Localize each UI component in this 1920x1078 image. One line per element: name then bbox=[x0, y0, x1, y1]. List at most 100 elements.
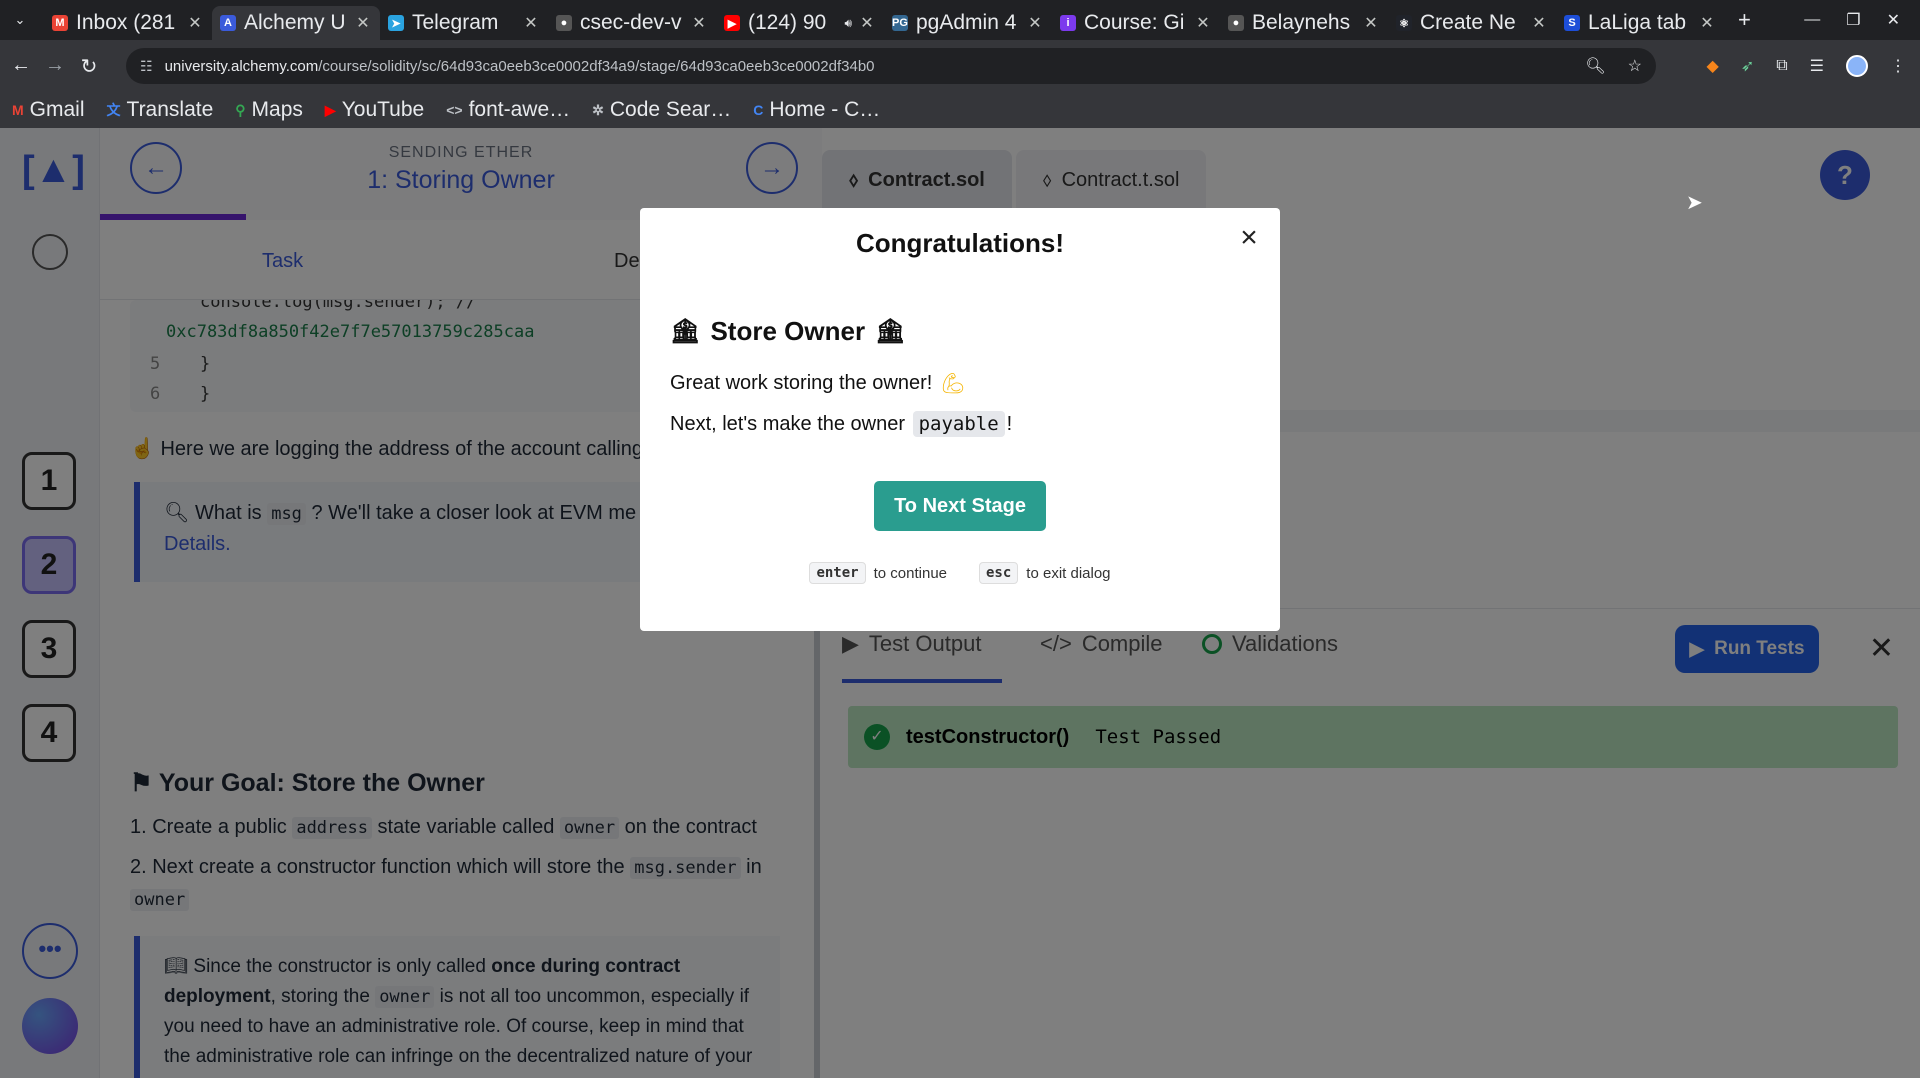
profile-avatar-icon[interactable] bbox=[1846, 55, 1868, 77]
course-icon: i bbox=[1060, 15, 1076, 31]
dialog-message-1: Great work storing the owner! 💪︎ bbox=[670, 371, 966, 396]
bookmark-label: YouTube bbox=[341, 98, 425, 121]
tab-title: Course: Gi bbox=[1084, 11, 1185, 34]
enter-key: enter bbox=[809, 562, 866, 584]
back-icon[interactable]: ← bbox=[4, 54, 38, 79]
github-icon: ● bbox=[556, 15, 572, 31]
gmail-icon: M bbox=[12, 102, 24, 118]
reload-icon[interactable]: ↻ bbox=[72, 54, 106, 79]
hint-text: to exit dialog bbox=[1026, 564, 1111, 582]
bank-icon: 🏦︎ bbox=[875, 318, 906, 345]
tab-bar: ⌄ M Inbox (281 ✕ A Alchemy U ✕ ➤ Telegram ✕ ● csec… bbox=[0, 0, 1920, 40]
forward-icon[interactable]: → bbox=[38, 54, 72, 79]
tab-search-icon[interactable]: ⌄ bbox=[6, 6, 34, 34]
bookmark-label: Code Sear… bbox=[609, 98, 732, 121]
telegram-icon: ➤ bbox=[388, 15, 404, 31]
url-input[interactable]: ☷ university.alchemy.com/course/solidity… bbox=[126, 48, 1656, 84]
keyboard-hints: enter to continue esc to exit dialog bbox=[640, 562, 1280, 584]
audio-playing-icon[interactable]: 🔊︎ bbox=[844, 16, 852, 31]
close-tab-icon[interactable]: ✕ bbox=[1530, 13, 1548, 33]
browser-tab[interactable]: S LaLiga tab ✕ bbox=[1556, 6, 1724, 40]
tab-title: Belaynehs bbox=[1252, 11, 1351, 34]
bookmark-label: Home - C… bbox=[769, 98, 881, 121]
browser-tab[interactable]: ➤ Telegram ✕ bbox=[380, 6, 548, 40]
close-dialog-icon[interactable]: × bbox=[1234, 223, 1264, 254]
bookmark-item[interactable]: C Home - C… bbox=[753, 98, 880, 122]
laliga-icon: S bbox=[1564, 15, 1580, 31]
browser-tab[interactable]: ● csec-dev-v ✕ bbox=[548, 6, 716, 40]
minimize-icon[interactable]: — bbox=[1804, 11, 1820, 29]
youtube-icon: ▶ bbox=[724, 15, 740, 31]
close-tab-icon[interactable]: ✕ bbox=[858, 13, 876, 33]
browser-tab[interactable]: M Inbox (281 ✕ bbox=[44, 6, 212, 40]
bookmark-item[interactable]: <> font-awe… bbox=[446, 98, 570, 122]
bookmark-item[interactable]: 文 Translate bbox=[107, 98, 214, 122]
browser-tab[interactable]: PG pgAdmin 4 ✕ bbox=[884, 6, 1052, 40]
close-tab-icon[interactable]: ✕ bbox=[354, 13, 372, 33]
site-settings-icon[interactable]: ☷ bbox=[140, 58, 153, 75]
translate-icon: 文 bbox=[106, 102, 121, 118]
tab-title: Create Ne bbox=[1420, 11, 1516, 34]
bookmark-label: font-awe… bbox=[468, 98, 571, 121]
browser-tab[interactable]: ⚛ Create Ne ✕ bbox=[1388, 6, 1556, 40]
bookmark-label: Gmail bbox=[29, 98, 85, 121]
new-tab-button[interactable]: + bbox=[1738, 7, 1751, 33]
extensions-puzzle-icon[interactable]: ⧉ bbox=[1776, 57, 1787, 75]
flexed-biceps-icon: 💪︎ bbox=[940, 373, 966, 395]
dialog-title: Congratulations! bbox=[856, 228, 1064, 258]
bookmark-item[interactable]: ⚲ Maps bbox=[235, 98, 303, 122]
github-icon: ● bbox=[1228, 15, 1244, 31]
restore-icon[interactable]: ❐ bbox=[1846, 10, 1860, 30]
bookmark-label: Translate bbox=[126, 98, 214, 121]
tab-title: LaLiga tab bbox=[1588, 11, 1687, 34]
close-tab-icon[interactable]: ✕ bbox=[1362, 13, 1380, 33]
tab-title: csec-dev-v bbox=[580, 11, 682, 34]
mouse-pointer-icon: ➤ bbox=[1686, 192, 1703, 214]
bookmark-label: Maps bbox=[251, 98, 303, 121]
close-window-icon[interactable]: ✕ bbox=[1887, 10, 1900, 30]
bookmark-item[interactable]: ▶ YouTube bbox=[325, 98, 424, 122]
media-queue-icon[interactable]: ☰ bbox=[1810, 56, 1824, 76]
tab-title: Inbox (281 bbox=[76, 11, 176, 34]
close-tab-icon[interactable]: ✕ bbox=[522, 13, 540, 33]
close-tab-icon[interactable]: ✕ bbox=[690, 13, 708, 33]
close-tab-icon[interactable]: ✕ bbox=[186, 13, 204, 33]
bookmark-item[interactable]: M Gmail bbox=[12, 98, 85, 122]
close-tab-icon[interactable]: ✕ bbox=[1194, 13, 1212, 33]
message-text: ! bbox=[1006, 412, 1013, 435]
youtube-icon: ▶ bbox=[324, 101, 336, 118]
tab-title: Telegram bbox=[412, 11, 499, 34]
home-c-icon: C bbox=[753, 102, 764, 118]
metamask-icon[interactable]: ◆ bbox=[1707, 56, 1719, 76]
hint-text: to continue bbox=[873, 564, 947, 582]
hint-esc: esc to exit dialog bbox=[979, 562, 1111, 584]
to-next-stage-button[interactable]: To Next Stage bbox=[874, 481, 1046, 531]
menu-kebab-icon[interactable]: ⋮ bbox=[1890, 56, 1906, 76]
code-icon: <> bbox=[446, 102, 463, 118]
gmail-icon: M bbox=[52, 15, 68, 31]
tab-title: Alchemy U bbox=[244, 11, 346, 34]
congratulations-dialog: Congratulations! × 🏦︎ Store Owner 🏦︎ Gre… bbox=[640, 208, 1280, 631]
close-tab-icon[interactable]: ✕ bbox=[1698, 13, 1716, 33]
esc-key: esc bbox=[979, 562, 1019, 584]
tab-strip: M Inbox (281 ✕ A Alchemy U ✕ ➤ Telegram ✕ ● csec-d… bbox=[40, 0, 1724, 40]
tab-title: pgAdmin 4 bbox=[916, 11, 1017, 34]
achievement-title: Store Owner bbox=[710, 316, 866, 346]
address-bar-row: ← → ↻ ☷ university.alchemy.com/course/so… bbox=[0, 40, 1920, 92]
browser-tab[interactable]: ● Belaynehs ✕ bbox=[1220, 6, 1388, 40]
extension-leaf-icon[interactable]: ➶ bbox=[1741, 56, 1754, 76]
pgadmin-icon: PG bbox=[892, 15, 908, 31]
zoom-icon[interactable]: 🔍︎ bbox=[1585, 56, 1605, 76]
url-path: /course/solidity/sc/64d93ca0eeb3ce0002df… bbox=[318, 57, 875, 75]
bookmark-item[interactable]: ✲ Code Sear… bbox=[592, 98, 731, 122]
browser-tab[interactable]: i Course: Gi ✕ bbox=[1052, 6, 1220, 40]
bookmark-star-icon[interactable]: ☆ bbox=[1628, 56, 1642, 76]
maps-icon: ⚲ bbox=[235, 101, 246, 118]
tab-title: (124) 90 bbox=[748, 11, 827, 34]
alchemy-icon: A bbox=[220, 15, 236, 31]
extensions-area: ◆ ➶ ⧉ ☰ ⋮ bbox=[1707, 40, 1906, 92]
browser-tab[interactable]: A Alchemy U ✕ bbox=[212, 6, 380, 40]
browser-tab[interactable]: ▶ (124) 90 🔊︎ ✕ bbox=[716, 6, 884, 40]
inline-code: payable bbox=[912, 411, 1005, 437]
close-tab-icon[interactable]: ✕ bbox=[1026, 13, 1044, 33]
